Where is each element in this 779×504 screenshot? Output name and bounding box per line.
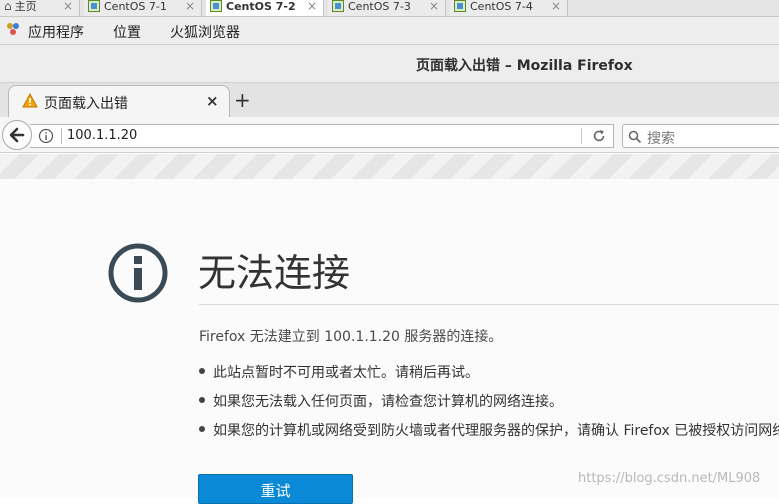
list-item: 如果您无法载入任何页面，请检查您计算机的网络连接。 xyxy=(199,391,563,411)
vm-tab-label: CentOS 7-3 xyxy=(348,0,411,13)
info-circle-icon xyxy=(107,242,169,308)
error-title: 无法连接 xyxy=(198,251,351,295)
navigation-bar: 100.1.1.20 搜索 xyxy=(0,117,779,153)
vm-tab-strip: ⌂ 主页 × CentOS 7-1 × CentOS 7-2 × CentOS … xyxy=(0,0,779,17)
applications-menu[interactable]: 应用程序 xyxy=(28,22,84,42)
vm-tab-centos-7-4[interactable]: CentOS 7-4 × xyxy=(450,0,568,16)
vm-icon xyxy=(332,0,344,12)
vm-icon xyxy=(454,0,466,12)
list-item-text: 如果您无法载入任何页面，请检查您计算机的网络连接。 xyxy=(213,394,563,410)
vm-tab-centos-7-3[interactable]: CentOS 7-3 × xyxy=(328,0,446,16)
vm-tab-home[interactable]: ⌂ 主页 × xyxy=(0,0,80,16)
tab-close-icon[interactable]: × xyxy=(206,92,219,110)
list-item-text: 此站点暂时不可用或者太忙。请稍后再试。 xyxy=(213,365,479,381)
tab-label: 页面载入出错 xyxy=(44,96,128,112)
close-icon[interactable]: × xyxy=(429,0,439,13)
back-button[interactable] xyxy=(2,120,32,150)
vm-tab-centos-7-2[interactable]: CentOS 7-2 × xyxy=(206,0,324,16)
places-menu[interactable]: 位置 xyxy=(113,22,141,42)
search-placeholder: 搜索 xyxy=(647,131,675,147)
vm-tab-label: CentOS 7-4 xyxy=(470,0,533,13)
new-tab-button[interactable]: + xyxy=(234,88,251,112)
list-item-text: 如果您的计算机或网络受到防火墙或者代理服务器的保护，请确认 Firefox 已被… xyxy=(213,423,779,439)
vm-icon xyxy=(210,0,222,12)
retry-button[interactable]: 重试 xyxy=(198,474,353,504)
bullet-dot xyxy=(199,368,205,374)
back-arrow-icon xyxy=(9,127,25,143)
vm-tab-label: CentOS 7-2 xyxy=(226,0,296,13)
vm-tab-label: 主页 xyxy=(14,0,37,13)
apps-icon xyxy=(6,21,20,41)
close-icon[interactable]: × xyxy=(307,0,317,13)
url-bar[interactable]: 100.1.1.20 xyxy=(30,124,614,148)
close-icon[interactable]: × xyxy=(551,0,561,13)
gnome-top-bar: 应用程序 位置 火狐浏览器 xyxy=(0,17,779,45)
url-separator xyxy=(61,128,62,144)
vm-icon xyxy=(88,0,100,12)
close-icon[interactable]: × xyxy=(63,0,73,13)
divider xyxy=(199,304,779,305)
reload-icon[interactable] xyxy=(591,128,607,148)
tab-bar: 页面载入出错 × + xyxy=(0,83,779,117)
firefox-app-menu[interactable]: 火狐浏览器 xyxy=(170,22,240,42)
close-icon[interactable]: × xyxy=(185,0,195,13)
url-text[interactable]: 100.1.1.20 xyxy=(67,128,137,143)
url-separator xyxy=(581,128,582,144)
watermark: https://blog.csdn.net/ML908 xyxy=(578,471,761,486)
bullet-dot xyxy=(199,397,205,403)
error-description: Firefox 无法建立到 100.1.1.20 服务器的连接。 xyxy=(199,329,503,345)
vm-tab-label: CentOS 7-1 xyxy=(104,0,167,13)
bullet-dot xyxy=(199,426,205,432)
list-item: 此站点暂时不可用或者太忙。请稍后再试。 xyxy=(199,362,479,382)
search-icon xyxy=(628,129,642,148)
window-titlebar[interactable]: 页面载入出错 – Mozilla Firefox xyxy=(0,45,779,83)
tab-page-load-error[interactable]: 页面载入出错 × xyxy=(8,85,230,117)
window-title: 页面载入出错 – Mozilla Firefox xyxy=(416,58,633,74)
error-page: 无法连接 Firefox 无法建立到 100.1.1.20 服务器的连接。 此站… xyxy=(0,179,779,504)
page-stripe-band xyxy=(0,154,779,179)
search-input[interactable]: 搜索 xyxy=(622,124,779,148)
home-icon: ⌂ xyxy=(4,0,12,13)
vm-tab-centos-7-1[interactable]: CentOS 7-1 × xyxy=(84,0,202,16)
list-item: 如果您的计算机或网络受到防火墙或者代理服务器的保护，请确认 Firefox 已被… xyxy=(199,420,779,440)
warning-icon xyxy=(22,92,38,112)
info-icon[interactable] xyxy=(38,128,54,148)
